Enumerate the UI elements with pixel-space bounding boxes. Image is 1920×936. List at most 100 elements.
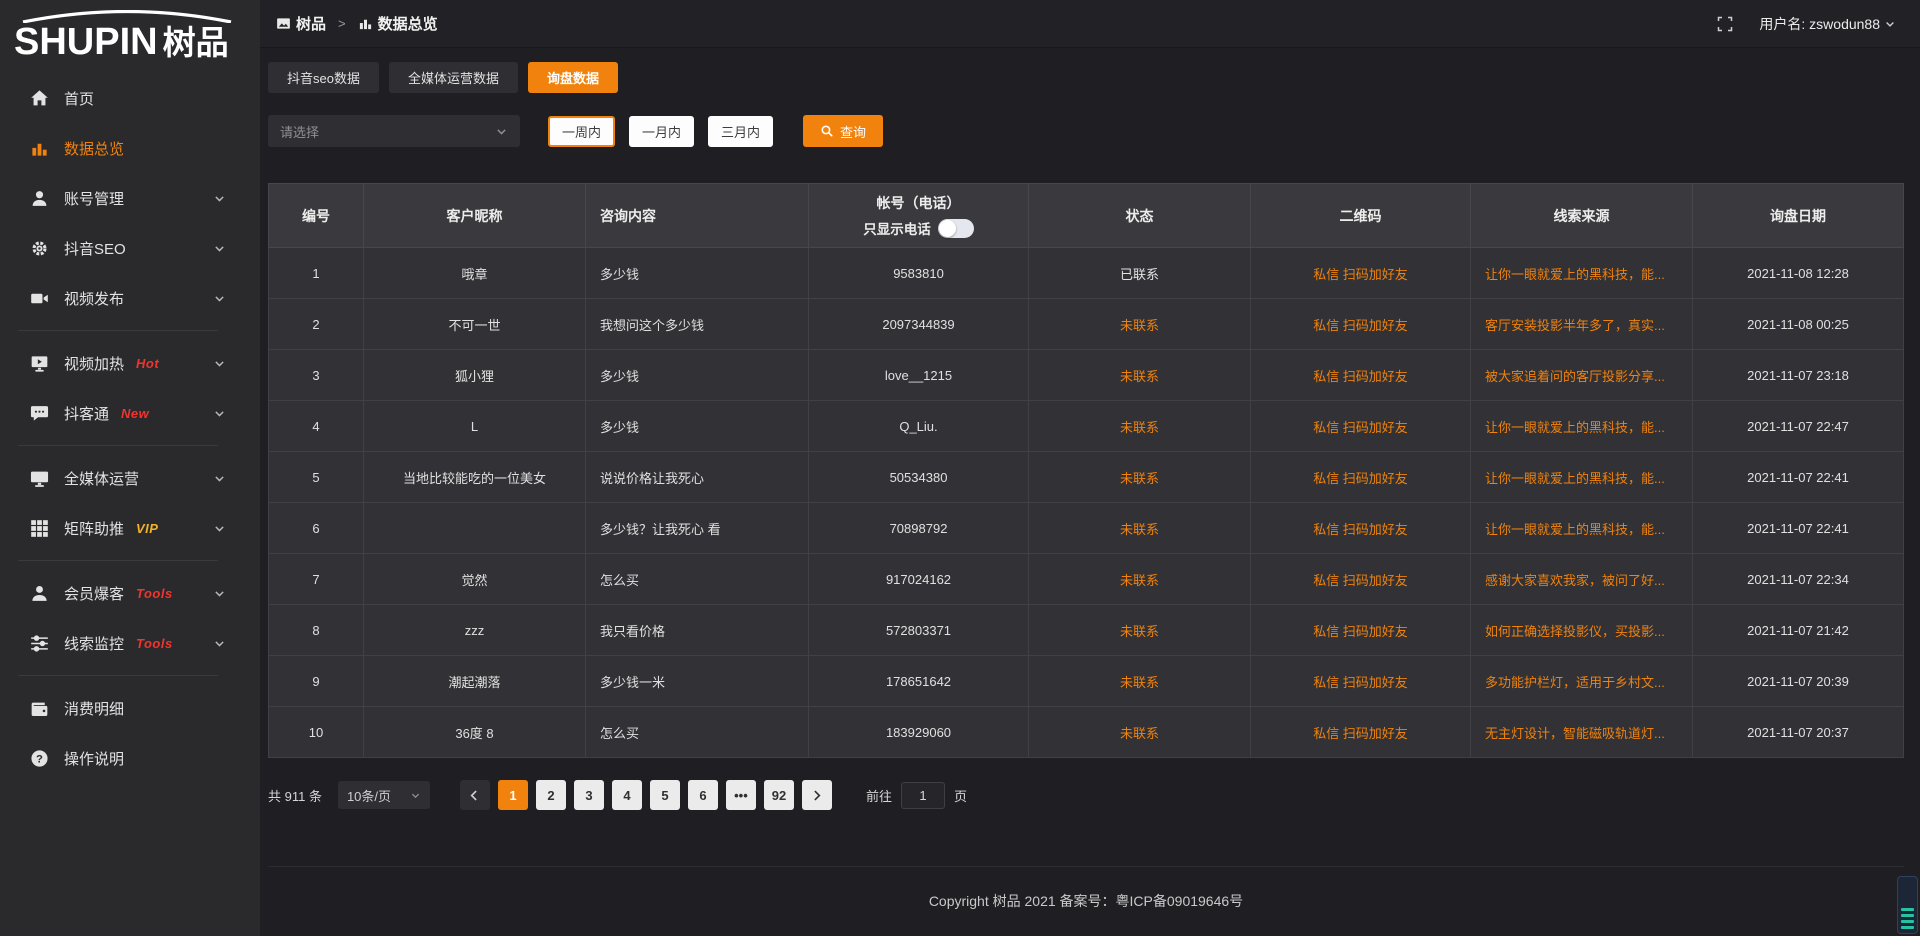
member-icon <box>30 584 49 603</box>
sidebar-item-douketong[interactable]: 抖客通New <box>0 388 260 438</box>
page-button-2[interactable]: 2 <box>536 780 566 810</box>
sidebar-item-label: 首页 <box>64 88 94 109</box>
phone-only-toggle[interactable] <box>938 219 974 238</box>
sidebar-item-home[interactable]: 首页 <box>0 73 260 123</box>
sidebar-item-operation-guide[interactable]: ?操作说明 <box>0 733 260 783</box>
cell-source-link[interactable]: 无主灯设计，智能磁吸轨道灯... <box>1471 707 1693 758</box>
breadcrumb-root[interactable]: 树品 <box>296 13 326 34</box>
sidebar-item-douyin-seo[interactable]: 抖音SEO <box>0 223 260 273</box>
sidebar-item-member-burst[interactable]: 会员爆客Tools <box>0 568 260 618</box>
screen-play-icon <box>30 354 49 373</box>
cell-qrcode-link[interactable]: 私信 扫码加好友 <box>1251 605 1471 656</box>
page-button-4[interactable]: 4 <box>612 780 642 810</box>
username[interactable]: 用户名: zswodun88 <box>1759 14 1880 34</box>
page-button-1[interactable]: 1 <box>498 780 528 810</box>
cell-source-link[interactable]: 让你一眼就爱上的黑科技，能... <box>1471 248 1693 299</box>
page-button-6[interactable]: 6 <box>688 780 718 810</box>
tab-inquiry-data[interactable]: 询盘数据 <box>528 62 618 93</box>
page-ellipsis-button[interactable]: ••• <box>726 780 756 810</box>
cell-qrcode-link[interactable]: 私信 扫码加好友 <box>1251 299 1471 350</box>
cell-id: 8 <box>269 605 364 656</box>
page-button-3[interactable]: 3 <box>574 780 604 810</box>
cell-qrcode-link[interactable]: 私信 扫码加好友 <box>1251 452 1471 503</box>
breadcrumb-separator: > <box>338 16 346 31</box>
page-button-92[interactable]: 92 <box>764 780 794 810</box>
cell-nickname: 觉然 <box>364 554 586 605</box>
chevron-down-icon <box>213 522 226 535</box>
col-account: 帐号（电话） 只显示电话 <box>809 184 1029 248</box>
cell-content: 我想问这个多少钱 <box>586 299 809 350</box>
goto-page-input[interactable] <box>901 782 945 809</box>
cell-qrcode-link[interactable]: 私信 扫码加好友 <box>1251 350 1471 401</box>
page-button-5[interactable]: 5 <box>650 780 680 810</box>
cell-qrcode-link[interactable]: 私信 扫码加好友 <box>1251 707 1471 758</box>
chevron-down-icon <box>213 587 226 600</box>
sidebar-item-video-heating[interactable]: 视频加热Hot <box>0 338 260 388</box>
tab-douyin-seo-data[interactable]: 抖音seo数据 <box>268 62 379 93</box>
goto-label: 前往 <box>866 786 892 805</box>
sidebar-item-consumption-detail[interactable]: 消费明细 <box>0 683 260 733</box>
cell-status: 未联系 <box>1029 554 1251 605</box>
tab-media-operation-data[interactable]: 全媒体运营数据 <box>389 62 518 93</box>
cell-status: 未联系 <box>1029 605 1251 656</box>
sidebar-item-matrix-boost[interactable]: 矩阵助推VIP <box>0 503 260 553</box>
sidebar-item-label: 全媒体运营 <box>64 468 139 489</box>
next-page-button[interactable] <box>802 780 832 810</box>
cell-qrcode-link[interactable]: 私信 扫码加好友 <box>1251 554 1471 605</box>
chevron-down-icon <box>213 637 226 650</box>
sidebar-item-label: 操作说明 <box>64 748 124 769</box>
cell-source-link[interactable]: 感谢大家喜欢我家，被问了好... <box>1471 554 1693 605</box>
sidebar-item-badge: Hot <box>136 356 159 371</box>
data-tabs: 抖音seo数据全媒体运营数据询盘数据 <box>268 62 1904 93</box>
search-button[interactable]: 查询 <box>803 115 883 147</box>
sidebar-item-badge: Tools <box>136 586 173 601</box>
table-row: 3狐小狸多少钱love__1215未联系私信 扫码加好友被大家追着问的客厅投影分… <box>269 350 1904 401</box>
page-size-select[interactable]: 10条/页 <box>338 781 430 809</box>
chevron-down-icon[interactable] <box>1884 18 1896 30</box>
cell-id: 5 <box>269 452 364 503</box>
cell-source-link[interactable]: 让你一眼就爱上的黑科技，能... <box>1471 503 1693 554</box>
cell-nickname: 潮起潮落 <box>364 656 586 707</box>
cell-qrcode-link[interactable]: 私信 扫码加好友 <box>1251 401 1471 452</box>
logo-text-en: SHUPIN <box>14 23 158 61</box>
table-row: 6多少钱？让我死心 看70898792未联系私信 扫码加好友让你一眼就爱上的黑科… <box>269 503 1904 554</box>
cell-status: 未联系 <box>1029 350 1251 401</box>
table-header-row: 编号 客户昵称 咨询内容 帐号（电话） 只显示电话 状态 二维码 线索来源 询盘… <box>269 184 1904 248</box>
breadcrumb-current: 数据总览 <box>378 13 438 34</box>
cell-nickname <box>364 503 586 554</box>
cell-source-link[interactable]: 多功能护栏灯，适用于乡村文... <box>1471 656 1693 707</box>
date-button-month[interactable]: 一月内 <box>629 116 694 147</box>
cell-date: 2021-11-07 23:18 <box>1693 350 1904 401</box>
chevron-down-icon <box>213 357 226 370</box>
cell-content: 多少钱 <box>586 248 809 299</box>
cell-source-link[interactable]: 客厅安装投影半年多了，真实... <box>1471 299 1693 350</box>
prev-page-button[interactable] <box>460 780 490 810</box>
bar-chart-icon <box>358 16 373 31</box>
sidebar-item-all-media-operation[interactable]: 全媒体运营 <box>0 453 260 503</box>
cell-qrcode-link[interactable]: 私信 扫码加好友 <box>1251 503 1471 554</box>
date-button-quarter[interactable]: 三月内 <box>708 116 773 147</box>
cell-nickname: 36度 8 <box>364 707 586 758</box>
cell-source-link[interactable]: 让你一眼就爱上的黑科技，能... <box>1471 401 1693 452</box>
sidebar-item-data-overview[interactable]: 数据总览 <box>0 123 260 173</box>
date-button-week[interactable]: 一周内 <box>548 116 615 147</box>
cell-status: 未联系 <box>1029 401 1251 452</box>
sidebar-item-video-publish[interactable]: 视频发布 <box>0 273 260 323</box>
cell-source-link[interactable]: 让你一眼就爱上的黑科技，能... <box>1471 452 1693 503</box>
cell-source-link[interactable]: 如何正确选择投影仪，买投影... <box>1471 605 1693 656</box>
filter-select[interactable]: 请选择 <box>268 115 520 147</box>
cell-qrcode-link[interactable]: 私信 扫码加好友 <box>1251 248 1471 299</box>
sidebar-item-clue-monitor[interactable]: 线索监控Tools <box>0 618 260 668</box>
fullscreen-icon[interactable] <box>1717 16 1733 32</box>
sidebar-item-account-management[interactable]: 账号管理 <box>0 173 260 223</box>
sliders-icon <box>30 634 49 653</box>
cell-source-link[interactable]: 被大家追着问的客厅投影分享... <box>1471 350 1693 401</box>
col-date: 询盘日期 <box>1693 184 1904 248</box>
floating-chat-widget[interactable] <box>1897 876 1918 934</box>
sidebar-item-label: 账号管理 <box>64 188 124 209</box>
main-content: 抖音seo数据全媒体运营数据询盘数据 请选择 一周内一月内三月内 查询 编号 客… <box>260 0 1920 911</box>
cell-qrcode-link[interactable]: 私信 扫码加好友 <box>1251 656 1471 707</box>
table-row: 1036度 8怎么买183929060未联系私信 扫码加好友无主灯设计，智能磁吸… <box>269 707 1904 758</box>
logo: SHUPIN 树品 <box>0 0 260 65</box>
pagination-goto: 前往 页 <box>866 782 967 809</box>
